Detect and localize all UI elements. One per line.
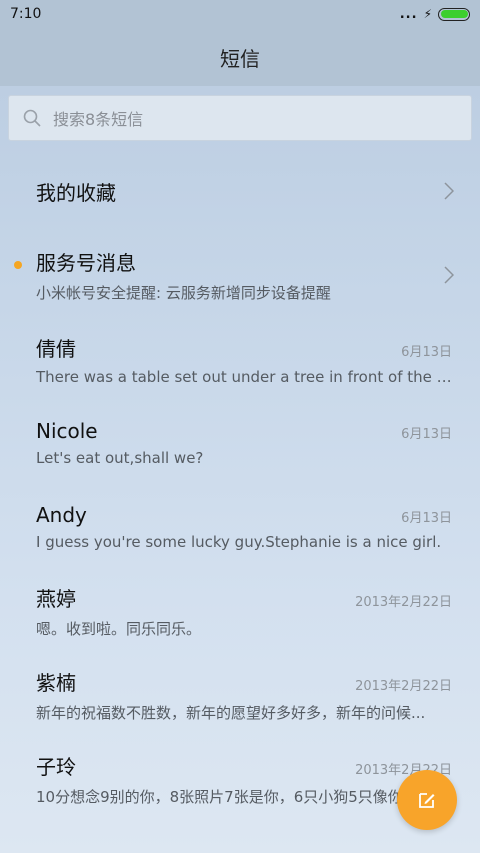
status-bar: 7:10 ... ⚡ bbox=[0, 0, 480, 28]
contact-name: 倩倩 bbox=[36, 336, 76, 361]
favorites-item[interactable]: 我的收藏 bbox=[0, 149, 480, 233]
message-preview: Let's eat out,shall we? bbox=[36, 449, 204, 467]
search-placeholder: 搜索8条短信 bbox=[53, 110, 144, 129]
conversation-item[interactable]: 紫楠 2013年2月22日 新年的祝福数不胜数，新年的愿望好多好多，新年的问候.… bbox=[0, 653, 480, 737]
search-icon bbox=[23, 109, 41, 127]
chevron-right-icon bbox=[444, 182, 454, 200]
contact-name: 子玲 bbox=[36, 755, 76, 779]
message-preview: 新年的祝福数不胜数，新年的愿望好多好多，新年的问候... bbox=[36, 704, 426, 722]
message-date: 6月13日 bbox=[401, 511, 452, 526]
status-icons: ... ⚡ bbox=[400, 7, 470, 22]
message-date: 6月13日 bbox=[401, 344, 452, 360]
message-preview: 10分想念9别的你，8张照片7张是你，6只小狗5只像你... bbox=[36, 788, 418, 806]
service-messages-item[interactable]: 服务号消息 小米帐号安全提醒: 云服务新增同步设备提醒 bbox=[0, 233, 480, 317]
contact-name: Andy bbox=[36, 503, 87, 527]
conversation-list: 我的收藏 服务号消息 小米帐号安全提醒: 云服务新增同步设备提醒 倩倩 6月13… bbox=[0, 149, 480, 821]
message-preview: There was a table set out under a tree i… bbox=[36, 367, 452, 386]
clock: 7:10 bbox=[10, 6, 42, 22]
favorites-label: 我的收藏 bbox=[36, 180, 116, 205]
page-title: 短信 bbox=[220, 46, 260, 71]
contact-name: 紫楠 bbox=[36, 671, 76, 695]
chevron-right-icon bbox=[444, 266, 454, 284]
conversation-item[interactable]: Andy 6月13日 I guess you're some lucky guy… bbox=[0, 485, 480, 569]
search-input[interactable]: 搜索8条短信 bbox=[8, 95, 472, 141]
contact-name: 燕婷 bbox=[36, 587, 76, 611]
more-notifications-icon: ... bbox=[399, 6, 418, 22]
battery-icon bbox=[438, 7, 470, 21]
charging-icon: ⚡ bbox=[423, 7, 432, 21]
message-date: 2013年2月22日 bbox=[355, 595, 452, 610]
service-label: 服务号消息 bbox=[36, 251, 136, 275]
contact-name: Nicole bbox=[36, 419, 98, 443]
conversation-item[interactable]: 倩倩 6月13日 There was a table set out under… bbox=[0, 317, 480, 401]
conversation-item[interactable]: Nicole 6月13日 Let's eat out,shall we? bbox=[0, 401, 480, 485]
compose-icon bbox=[419, 793, 435, 808]
message-date: 6月13日 bbox=[401, 427, 452, 442]
message-preview: 嗯。收到啦。同乐同乐。 bbox=[36, 620, 202, 638]
message-date: 2013年2月22日 bbox=[355, 679, 452, 694]
message-preview: I guess you're some lucky guy.Stephanie … bbox=[36, 533, 442, 551]
compose-button[interactable] bbox=[397, 770, 457, 830]
unread-dot bbox=[14, 261, 22, 269]
page-title-bar: 短信 bbox=[0, 28, 480, 86]
conversation-item[interactable]: 燕婷 2013年2月22日 嗯。收到啦。同乐同乐。 bbox=[0, 569, 480, 653]
service-preview: 小米帐号安全提醒: 云服务新增同步设备提醒 bbox=[36, 284, 331, 302]
